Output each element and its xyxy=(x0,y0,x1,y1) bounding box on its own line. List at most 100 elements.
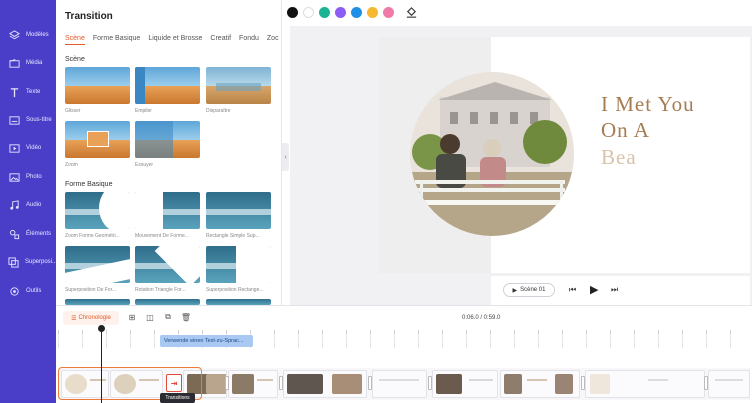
duplicate-icon[interactable]: ⧉ xyxy=(163,312,173,322)
scene-selector-button[interactable]: ▶ Scène 01 xyxy=(503,283,555,297)
skip-forward-icon[interactable]: ⏭ xyxy=(611,285,618,295)
color-toolbar xyxy=(282,0,752,26)
fill-bucket-icon[interactable] xyxy=(405,6,418,24)
sidebar-item-outils[interactable]: Outils xyxy=(0,278,56,304)
transition-label: Glisser xyxy=(65,108,81,114)
transition-slot[interactable] xyxy=(225,376,229,390)
transition-thumb-zoom-forme[interactable] xyxy=(65,192,130,229)
tab-creatif[interactable]: Creatif xyxy=(210,35,231,45)
overlay-icon xyxy=(8,256,19,268)
elements-icon xyxy=(8,228,20,240)
transition-label: Empiler xyxy=(135,108,152,114)
time-readout: 0:06.0 / 0:59.0 xyxy=(462,315,501,321)
transition-thumb-glisser[interactable] xyxy=(65,67,130,104)
split-icon[interactable]: ◫ xyxy=(145,312,155,322)
slide-photo[interactable] xyxy=(410,72,574,236)
chevron-left-icon: ‹ xyxy=(284,153,287,161)
transition-thumb-rotation-triangle[interactable] xyxy=(135,246,200,283)
transition-thumb-superposition-forme[interactable] xyxy=(65,246,130,283)
sidebar-item-superposition[interactable]: Superposi... xyxy=(0,249,58,275)
color-swatch-black[interactable] xyxy=(287,7,298,18)
tab-liquide-et-brosse[interactable]: Liquide et Brosse xyxy=(148,35,202,45)
sidebar-item-modeles[interactable]: Modèles xyxy=(0,22,56,48)
chronologie-button[interactable]: ☰ Chronologie xyxy=(63,311,119,325)
panel-title: Transition xyxy=(65,11,113,22)
sidebar-item-label: Éléments xyxy=(26,231,52,237)
sidebar-item-label: Superposi... xyxy=(25,259,58,265)
timeline-clip[interactable] xyxy=(283,370,367,398)
slide-title-line-2[interactable]: On A xyxy=(601,118,650,143)
layers-icon xyxy=(8,29,20,41)
color-swatch-white[interactable] xyxy=(303,7,314,18)
sidebar-item-label: Audio xyxy=(26,202,42,208)
transition-label: Zoom xyxy=(65,162,78,168)
transition-label: Disparaître xyxy=(206,108,231,114)
music-icon xyxy=(8,199,20,211)
tab-forme-basique[interactable]: Forme Basique xyxy=(93,35,140,45)
sidebar-item-label: Texte xyxy=(26,89,41,95)
scene-label: Scène 01 xyxy=(520,287,546,293)
section-title-forme-basique: Forme Basique xyxy=(65,181,113,188)
transition-thumb-disparaitre[interactable] xyxy=(206,67,271,104)
transitions-tooltip: Transitions xyxy=(160,393,195,403)
transition-icon: ⇥ xyxy=(170,378,178,388)
slide-title-line-1[interactable]: I Met You xyxy=(601,92,695,117)
transition-thumb-rectangle-simple[interactable] xyxy=(206,192,271,229)
slide-title-line-3[interactable]: Bea xyxy=(601,145,637,170)
playhead-handle[interactable] xyxy=(98,325,105,332)
sidebar-item-sous-titre[interactable]: Sous-titre xyxy=(0,107,56,133)
color-swatch-purple[interactable] xyxy=(335,7,346,18)
text-to-speech-chip[interactable]: Verwende einen Text-zu-Sprac... xyxy=(160,335,253,347)
transition-thumb-mouvement-forme[interactable] xyxy=(135,192,200,229)
sidebar: Modèles Média Texte Sous-titre Vidéo Pho… xyxy=(0,0,58,403)
transition-label: Zoom Forme Geométri... xyxy=(65,233,120,239)
sidebar-item-media[interactable]: Média xyxy=(0,50,56,76)
sidebar-item-elements[interactable]: Éléments xyxy=(0,221,56,247)
transition-tabs: Scène Forme Basique Liquide et Brosse Cr… xyxy=(65,35,279,45)
timeline-icon: ☰ xyxy=(71,315,77,322)
transition-label: Essuyer xyxy=(135,162,154,168)
timeline-clip[interactable] xyxy=(708,370,750,398)
sidebar-item-texte[interactable]: Texte xyxy=(0,79,56,105)
timeline-clip[interactable] xyxy=(585,370,705,398)
text-icon xyxy=(8,86,20,98)
timeline-clip[interactable] xyxy=(228,370,278,398)
color-swatch-teal[interactable] xyxy=(319,7,330,18)
sidebar-item-label: Outils xyxy=(26,288,42,294)
transition-label: Superposition De For... xyxy=(65,287,117,293)
collapse-panel-button[interactable]: ‹ xyxy=(282,143,289,171)
transition-button[interactable]: ⇥ xyxy=(166,374,182,392)
timeline-clip[interactable] xyxy=(372,370,427,398)
sidebar-item-label: Vidéo xyxy=(26,145,42,151)
subtitle-icon xyxy=(8,114,20,126)
transition-slot[interactable] xyxy=(279,376,283,390)
color-swatch-yellow[interactable] xyxy=(367,7,378,18)
skip-back-icon[interactable]: ⏮ xyxy=(569,285,576,295)
transition-slot[interactable] xyxy=(704,376,708,390)
play-icon[interactable]: ▶ xyxy=(590,283,598,296)
color-swatch-blue[interactable] xyxy=(351,7,362,18)
add-clip-icon[interactable]: ⊞ xyxy=(127,312,137,322)
color-swatch-pink[interactable] xyxy=(383,7,394,18)
timeline-clip[interactable] xyxy=(500,370,580,398)
transition-thumb-superposition-rectangle[interactable] xyxy=(206,246,271,283)
tab-fondu[interactable]: Fondu xyxy=(239,35,259,45)
transition-thumb-empiler[interactable] xyxy=(135,67,200,104)
tab-scene[interactable]: Scène xyxy=(65,35,85,45)
transition-slot[interactable] xyxy=(368,376,372,390)
transition-slot[interactable] xyxy=(581,376,585,390)
sidebar-item-label: Photo xyxy=(26,174,42,180)
playhead[interactable] xyxy=(101,326,102,403)
sidebar-item-video[interactable]: Vidéo xyxy=(0,135,56,161)
transition-thumb-essuyer[interactable] xyxy=(135,121,200,158)
sidebar-item-label: Média xyxy=(26,60,43,66)
transition-label: Rectangle Simple Sup... xyxy=(206,233,260,239)
sidebar-item-photo[interactable]: Photo xyxy=(0,164,56,190)
tab-zoom[interactable]: Zoc xyxy=(267,35,279,45)
sidebar-item-audio[interactable]: Audio xyxy=(0,192,56,218)
timeline-clip[interactable] xyxy=(432,370,498,398)
transition-thumb-zoom[interactable] xyxy=(65,121,130,158)
transition-slot[interactable] xyxy=(428,376,432,390)
video-icon xyxy=(8,142,20,154)
delete-icon[interactable]: 🗑 xyxy=(181,312,191,322)
